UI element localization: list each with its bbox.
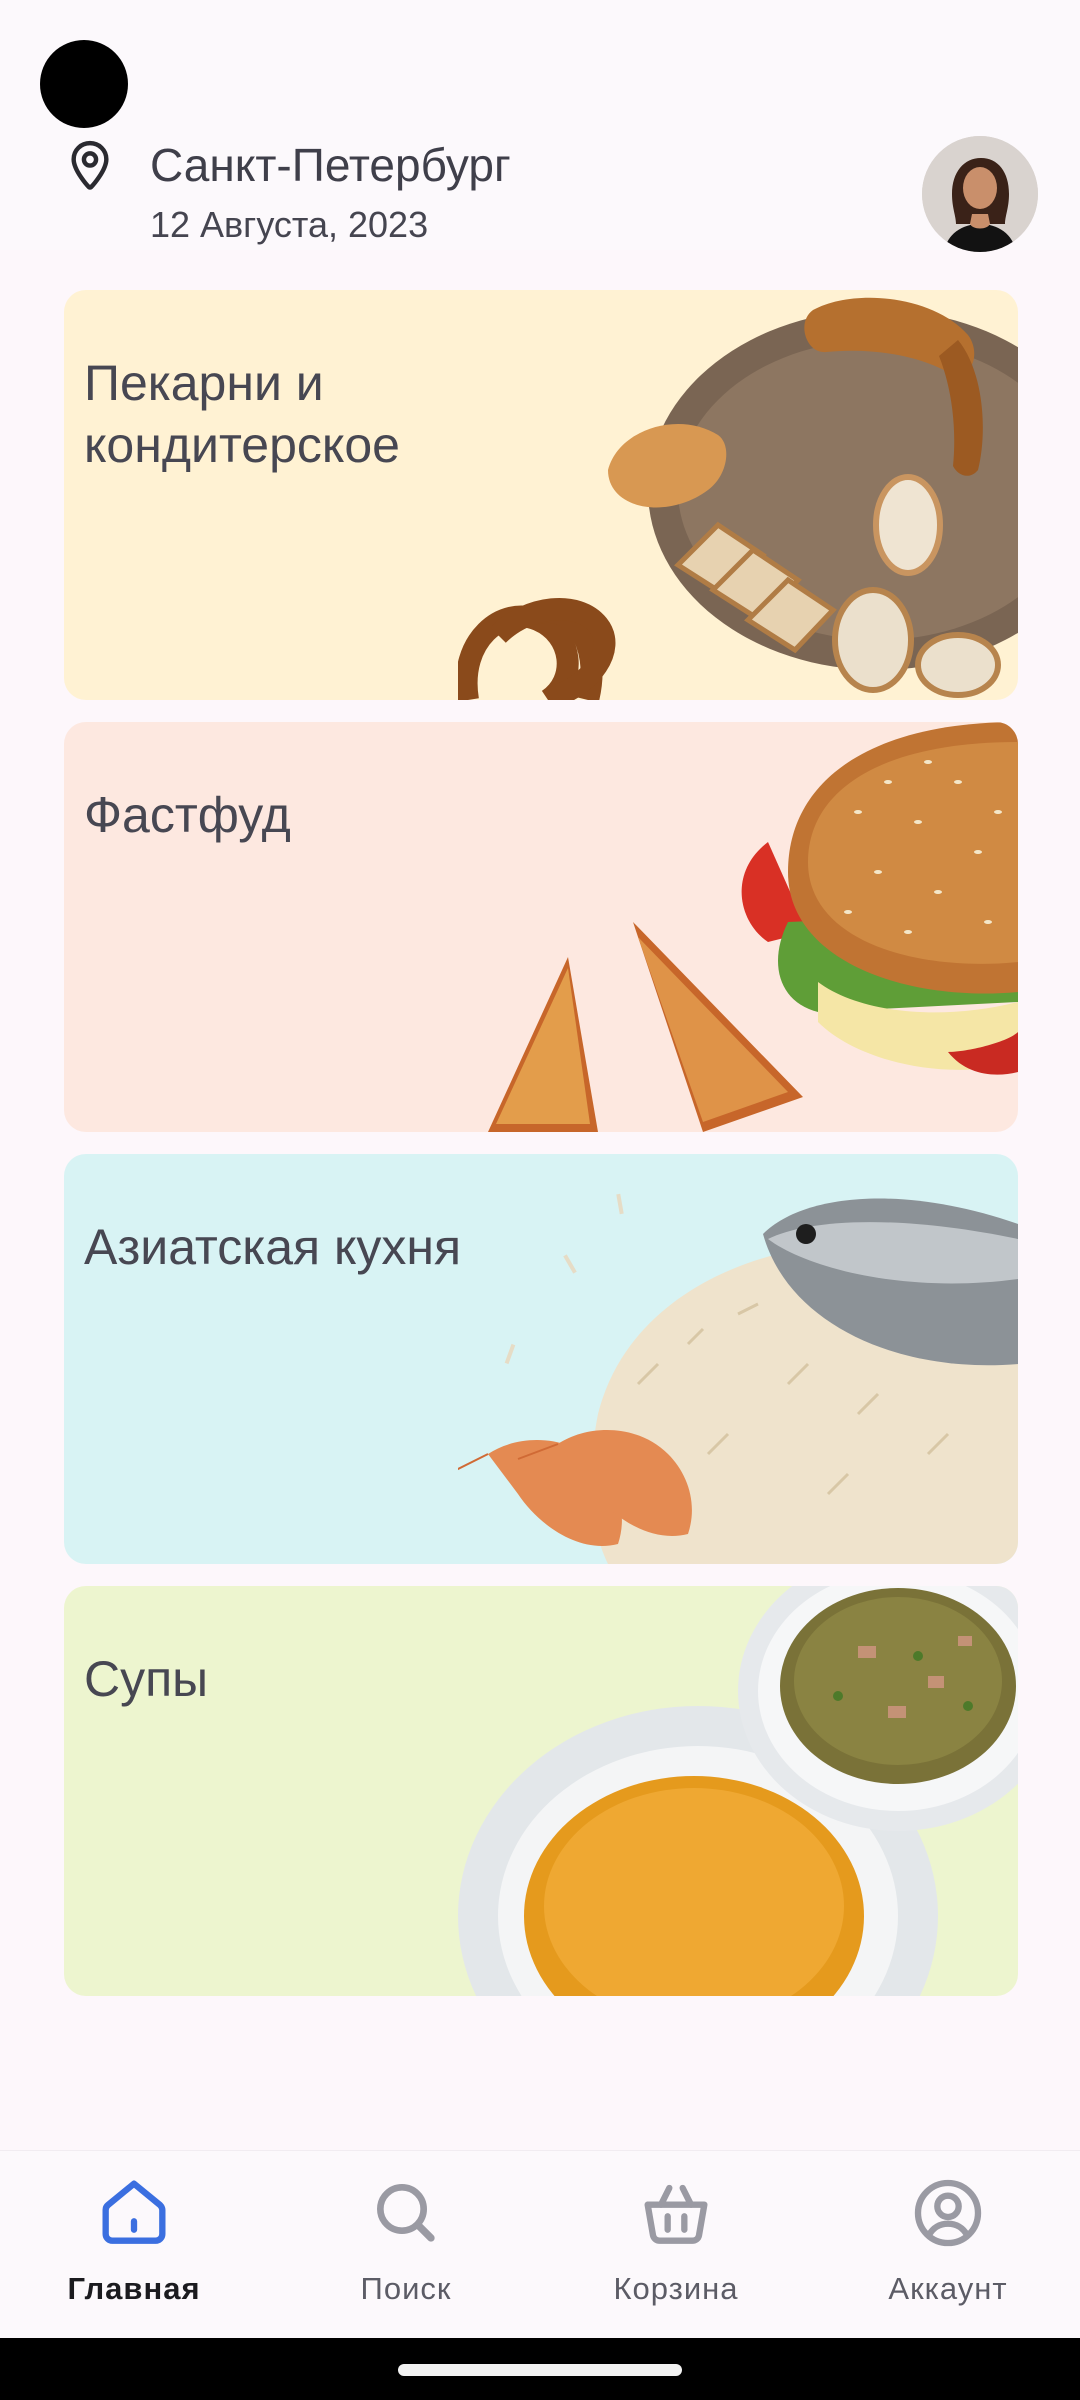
- nav-search-label: Поиск: [360, 2271, 452, 2306]
- location-pin-icon[interactable]: [62, 138, 118, 194]
- category-list: Пекарни и кондитерское Фастфуд Азиатская…: [64, 290, 1018, 2018]
- nav-account-label: Аккаунт: [888, 2271, 1008, 2306]
- nav-home[interactable]: Главная: [34, 2173, 234, 2323]
- search-icon: [377, 2184, 435, 2242]
- category-card-asian[interactable]: Азиатская кухня: [64, 1154, 1018, 1564]
- system-navigation-bar: [0, 2338, 1080, 2400]
- bakery-illustration: [458, 297, 1018, 700]
- bottom-navigation: Главная Поиск Корзина Аккаунт: [0, 2150, 1080, 2339]
- fastfood-illustration: [488, 722, 1018, 1132]
- asian-food-illustration: [458, 1193, 1018, 1564]
- account-icon: [914, 2179, 982, 2247]
- home-icon: [102, 2180, 166, 2244]
- nav-home-label: Главная: [67, 2271, 201, 2306]
- home-gesture-handle[interactable]: [398, 2364, 682, 2376]
- category-card-bakery[interactable]: Пекарни и кондитерское: [64, 290, 1018, 700]
- nav-search[interactable]: Поиск: [306, 2173, 506, 2323]
- basket-icon: [644, 2184, 708, 2244]
- category-card-fastfood[interactable]: Фастфуд: [64, 722, 1018, 1132]
- city-name[interactable]: Санкт-Петербург: [150, 138, 511, 192]
- soups-illustration: [458, 1586, 1018, 1996]
- nav-cart[interactable]: Корзина: [576, 2173, 776, 2323]
- category-card-soups[interactable]: Супы: [64, 1586, 1018, 1996]
- header: Санкт-Петербург 12 Августа, 2023: [0, 0, 1080, 252]
- camera-cutout: [40, 40, 128, 128]
- user-avatar[interactable]: [922, 136, 1038, 252]
- current-date: 12 Августа, 2023: [150, 204, 429, 245]
- nav-cart-label: Корзина: [613, 2271, 739, 2306]
- nav-account[interactable]: Аккаунт: [848, 2173, 1048, 2323]
